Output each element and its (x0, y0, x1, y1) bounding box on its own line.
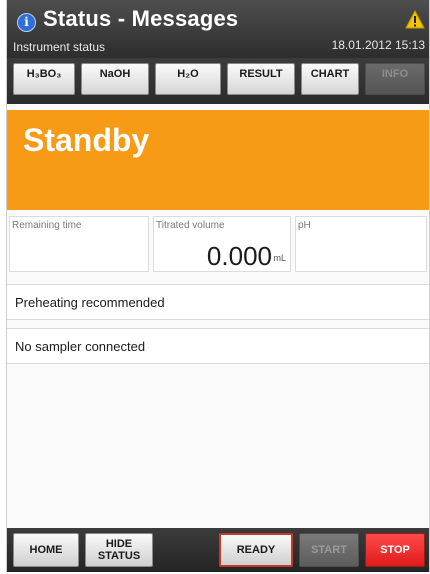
status-banner: Standby (7, 110, 429, 210)
home-button[interactable]: HOME (13, 533, 79, 567)
header-bar: i Status - Messages Instrument status 18… (7, 0, 429, 58)
tab-result[interactable]: RESULT (227, 63, 295, 95)
tab-info: INFO (365, 63, 425, 95)
message-item: No sampler connected (7, 328, 429, 364)
datetime: 18.01.2012 15:13 (331, 38, 425, 52)
titrated-volume-label: Titrated volume (156, 220, 225, 231)
page-subtitle: Instrument status (13, 40, 106, 54)
titrated-volume-box: Titrated volume 0.000 mL (153, 216, 291, 272)
tab-naoh[interactable]: NaOH (81, 63, 149, 95)
titrated-volume-value: 0.000 (206, 241, 272, 271)
remaining-time-box: Remaining time (9, 216, 149, 272)
ph-label: pH (298, 220, 311, 231)
tab-chart[interactable]: CHART (301, 63, 359, 95)
warning-icon[interactable] (405, 10, 425, 30)
status-label: Standby (23, 122, 150, 158)
remaining-time-label: Remaining time (12, 220, 82, 231)
info-icon: i (17, 13, 36, 32)
titrated-volume-unit: mL (273, 253, 286, 263)
message-item: Preheating recommended (7, 284, 429, 320)
tab-bar: H₃BO₃ NaOH H₂O RESULT CHART INFO (7, 58, 429, 104)
ready-button[interactable]: READY (219, 533, 293, 567)
tab-h3bo3[interactable]: H₃BO₃ (13, 63, 75, 95)
hide-status-button[interactable]: HIDE STATUS (85, 533, 153, 567)
start-button: START (299, 533, 359, 567)
footer-bar: HOME HIDE STATUS READY START STOP (7, 528, 429, 572)
message-text: No sampler connected (15, 339, 146, 354)
ph-box: pH (295, 216, 427, 272)
message-text: Preheating recommended (15, 295, 165, 310)
instrument-screen: i Status - Messages Instrument status 18… (6, 0, 430, 572)
stop-button[interactable]: STOP (365, 533, 425, 567)
tab-h2o[interactable]: H₂O (155, 63, 221, 95)
page-title: Status - Messages (43, 6, 239, 31)
